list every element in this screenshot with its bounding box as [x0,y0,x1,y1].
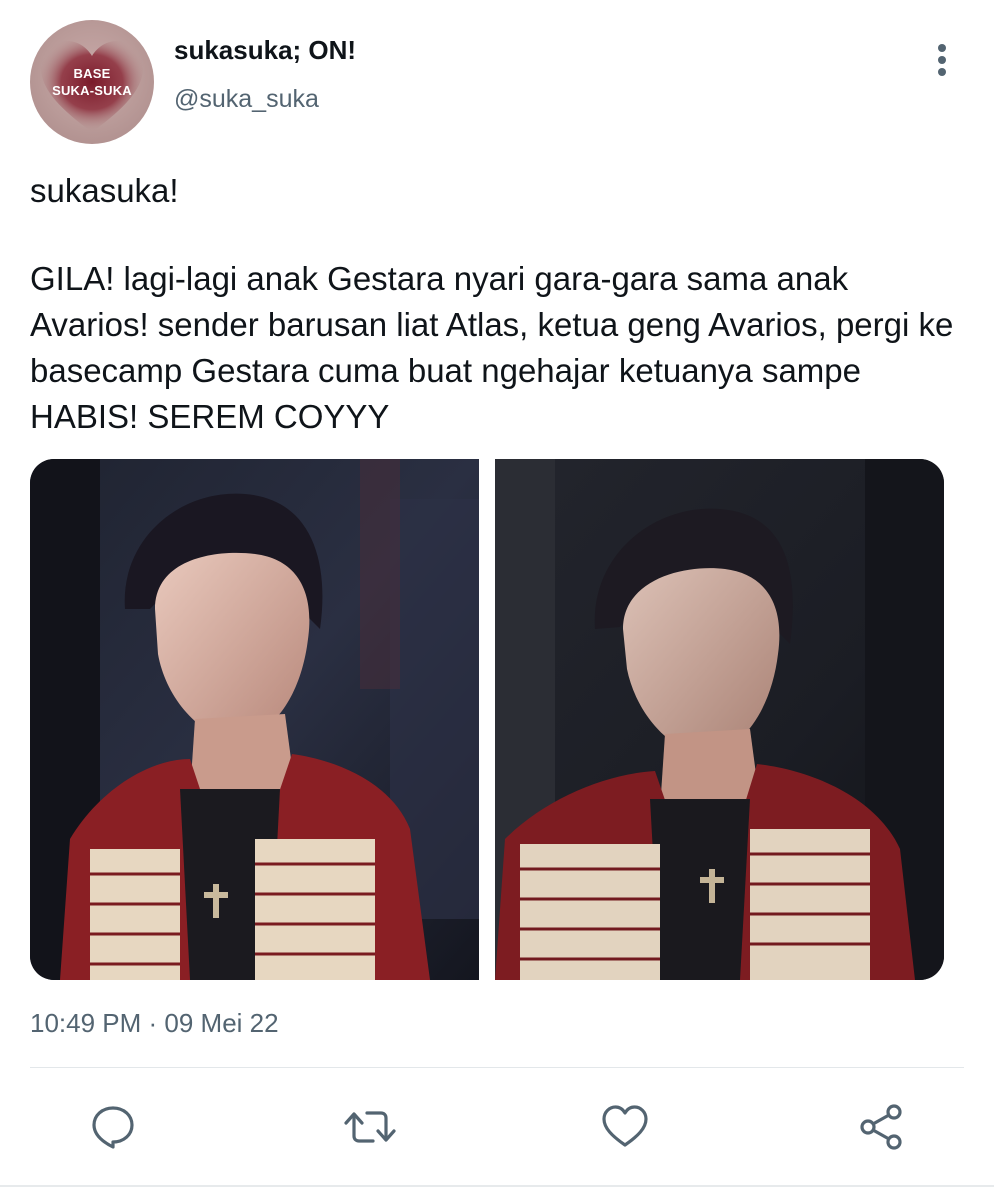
tweet-timestamp[interactable]: 10:49 PM · 09 Mei 22 [30,1006,279,1040]
tweet-photo-2[interactable] [495,459,944,980]
tweet-paragraph-1: sukasuka! [30,172,179,209]
like-icon[interactable] [600,1102,650,1152]
tweet-paragraph-2: GILA! lagi-lagi anak Gestara nyari gara-… [30,260,954,435]
share-icon[interactable] [856,1102,906,1152]
avatar[interactable]: BASE SUKA-SUKA [30,20,154,144]
divider [30,1067,964,1068]
user-handle[interactable]: @suka_suka [174,84,319,114]
more-options-icon[interactable] [930,42,954,82]
tweet-photo-1[interactable] [30,459,479,980]
tweet-actions-bar [0,1090,994,1160]
avatar-label-line1: BASE [73,66,111,81]
tweet-text: sukasuka! GILA! lagi-lagi anak Gestara n… [30,168,970,440]
retweet-icon[interactable] [342,1102,396,1152]
tweet: BASE SUKA-SUKA sukasuka; ON! @suka_suka … [0,0,994,1200]
bottom-divider [0,1185,994,1187]
avatar-label-line2: SUKA-SUKA [52,83,132,98]
reply-icon[interactable] [88,1102,138,1152]
display-name[interactable]: sukasuka; ON! [174,34,356,66]
media-grid [30,459,944,980]
